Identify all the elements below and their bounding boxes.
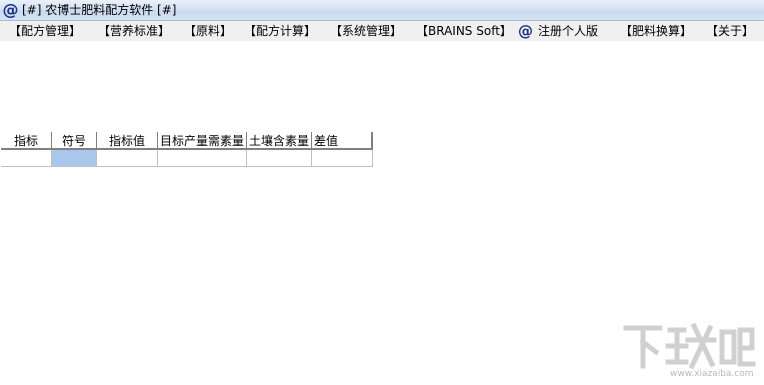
menu-bar: 【配方管理】 【营养标准】 【原料】 【配方计算】 【系统管理】 【BRAINS…	[0, 21, 764, 41]
menu-item-raw-material[interactable]: 【原料】	[184, 21, 232, 41]
grid-cell-indicator[interactable]	[1, 150, 52, 167]
grid-header-indicator[interactable]: 指标	[1, 132, 52, 150]
menu-item-fertilizer-convert[interactable]: 【肥料换算】	[620, 21, 692, 41]
grid-header-soil-content[interactable]: 土壤含素量	[247, 132, 312, 150]
grid-header-indicator-value[interactable]: 指标值	[97, 132, 158, 150]
grid-cell-target-yield-requirement[interactable]	[158, 150, 247, 167]
menu-item-brains-soft[interactable]: 【BRAINS Soft】	[416, 21, 512, 41]
menu-item-formula-manage[interactable]: 【配方管理】	[9, 21, 81, 41]
menu-item-register[interactable]: 注册个人版	[538, 21, 598, 41]
grid-header-difference[interactable]: 差值	[312, 132, 373, 150]
title-bar: @ [#] 农博士肥料配方软件 [#]	[0, 0, 764, 21]
menu-item-nutrition-standard[interactable]: 【营养标准】	[98, 21, 170, 41]
indicator-grid[interactable]: 指标 符号 指标值 目标产量需素量 土壤含素量 差值	[1, 132, 373, 168]
menu-item-formula-calc[interactable]: 【配方计算】	[244, 21, 316, 41]
grid-cell-symbol-selected[interactable]	[52, 150, 97, 167]
grid-cell-indicator-value[interactable]	[97, 150, 158, 167]
watermark-url: www.xiazaiba.com	[670, 369, 754, 379]
window-title: [#] 农博士肥料配方软件 [#]	[22, 3, 177, 17]
menu-item-about[interactable]: 【关于】	[706, 21, 754, 41]
grid-header-symbol[interactable]: 符号	[52, 132, 97, 150]
app-at-icon: @	[2, 0, 19, 19]
grid-cell-difference[interactable]	[312, 150, 373, 167]
watermark-logo	[623, 322, 756, 370]
grid-header-target-yield-requirement[interactable]: 目标产量需素量	[158, 132, 247, 150]
register-at-icon: @	[518, 22, 533, 40]
grid-cell-soil-content[interactable]	[247, 150, 312, 167]
menu-item-system-manage[interactable]: 【系统管理】	[330, 21, 402, 41]
